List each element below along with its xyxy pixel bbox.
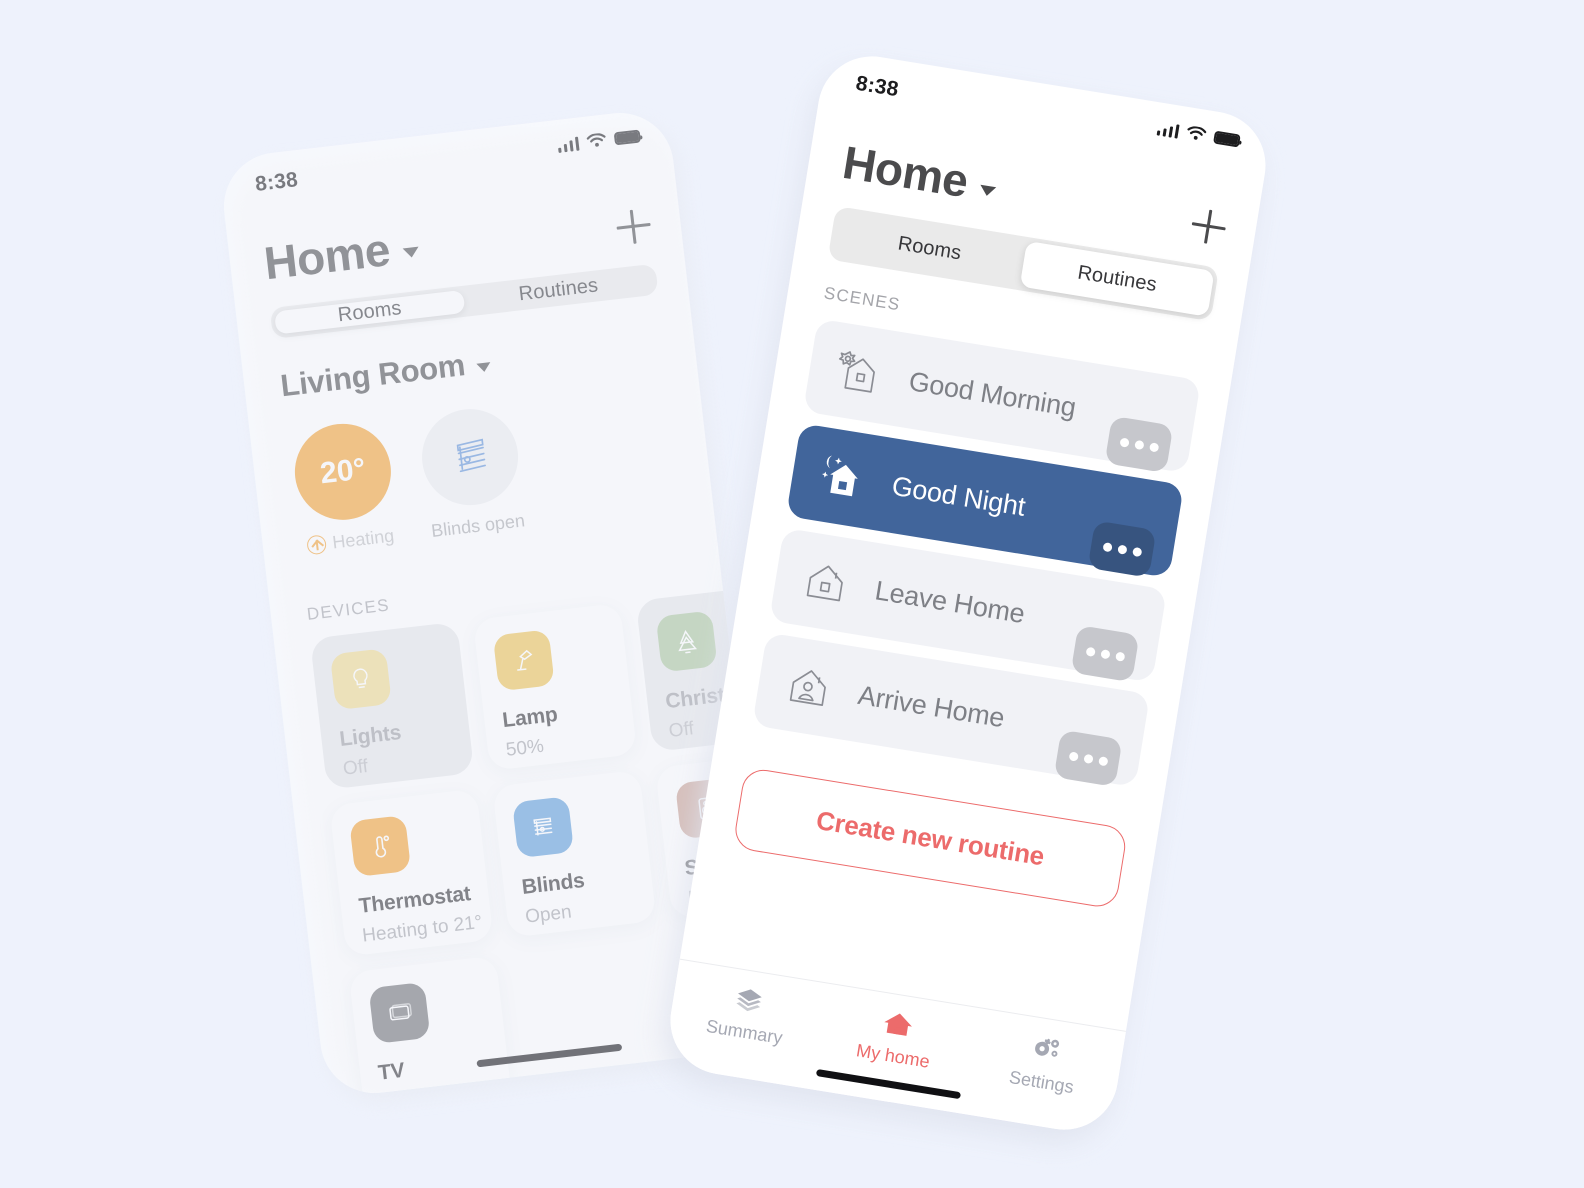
layers-icon	[736, 989, 763, 1012]
christmas-tree-icon	[655, 610, 718, 673]
plus-icon[interactable]	[1189, 207, 1228, 246]
blinds-summary[interactable]: Blinds open	[413, 403, 531, 542]
person-house-icon	[789, 670, 826, 706]
device-tile-tv[interactable]: TV On	[348, 955, 513, 1099]
tab-label: My home	[854, 1040, 932, 1072]
plus-icon[interactable]	[615, 208, 653, 246]
page-title[interactable]: Home	[839, 135, 1000, 213]
sun-house-icon	[838, 351, 875, 393]
tab-rooms[interactable]: Rooms	[274, 289, 466, 335]
scene-name: Leave Home	[872, 574, 1027, 629]
phone-right-screen: 8:38 Home Rooms Routines SCENES Good Mor…	[662, 48, 1274, 1138]
moon-house-icon	[822, 455, 858, 497]
blinds-icon	[456, 438, 486, 473]
arrow-up-circle-icon	[306, 534, 328, 556]
app-screen-routines: Home Rooms Routines SCENES Good Morning …	[662, 104, 1265, 1138]
house-outline-icon	[806, 565, 843, 602]
temperature-value: 20°	[318, 452, 368, 491]
thermostat-status: Heating	[298, 524, 404, 557]
desk-lamp-icon	[492, 629, 555, 692]
ellipsis-icon[interactable]	[1104, 415, 1174, 474]
status-clock: 8:38	[253, 168, 300, 196]
chevron-down-icon[interactable]	[402, 246, 420, 259]
tv-icon	[368, 981, 431, 1044]
tab-label: Summary	[704, 1015, 784, 1048]
device-tile-blinds[interactable]: Blinds Open	[492, 769, 657, 938]
device-tile-thermostat[interactable]: Thermostat Heating to 21°	[329, 788, 494, 957]
status-clock: 8:38	[854, 71, 901, 102]
page-title-text: Home	[839, 135, 972, 208]
scene-name: Good Morning	[906, 365, 1079, 423]
blinds-status-label: Blinds open	[430, 510, 526, 542]
house-icon	[884, 1013, 912, 1036]
tab-rooms[interactable]: Rooms	[832, 211, 1027, 287]
battery-icon	[613, 129, 642, 146]
chevron-down-icon[interactable]	[475, 361, 491, 373]
device-tile-lamp[interactable]: Lamp 50%	[472, 602, 638, 771]
tab-routines[interactable]: Routines	[463, 268, 654, 313]
lightbulb-icon	[329, 648, 392, 711]
thermostat-summary[interactable]: 20° Heating	[286, 418, 404, 557]
temperature-dial[interactable]: 20°	[289, 418, 397, 526]
tab-routines[interactable]: Routines	[1019, 240, 1215, 317]
status-icons	[556, 128, 642, 153]
status-icons	[1156, 120, 1241, 148]
signal-bars-icon	[1156, 120, 1180, 139]
gears-icon	[1034, 1038, 1059, 1057]
battery-icon	[1213, 130, 1241, 148]
canvas: 8:38 Home Rooms Routines Living Room 20°…	[0, 0, 1584, 1188]
blinds-dial[interactable]	[416, 403, 524, 511]
thermometer-icon	[349, 815, 412, 878]
blinds-icon	[512, 796, 575, 859]
scene-name: Arrive Home	[855, 679, 1007, 733]
signal-bars-icon	[556, 136, 580, 153]
thermostat-status-label: Heating	[331, 525, 396, 553]
tab-label: Settings	[1007, 1066, 1076, 1098]
ellipsis-icon[interactable]	[1070, 625, 1140, 683]
page-title[interactable]: Home	[261, 219, 421, 290]
wifi-icon	[1187, 126, 1207, 140]
ellipsis-icon[interactable]	[1053, 729, 1123, 787]
phone-right: 8:38 Home Rooms Routines SCENES Good Mor…	[656, 48, 1274, 1151]
scene-list: Good Morning Good Night Leave Home Arriv…	[719, 297, 1234, 792]
ellipsis-icon[interactable]	[1087, 520, 1157, 578]
scene-name: Good Night	[889, 470, 1028, 522]
device-tile-lights[interactable]: Lights Off	[309, 621, 475, 790]
wifi-icon	[586, 133, 606, 147]
chevron-down-icon[interactable]	[978, 184, 997, 198]
page-title-text: Home	[261, 223, 393, 290]
